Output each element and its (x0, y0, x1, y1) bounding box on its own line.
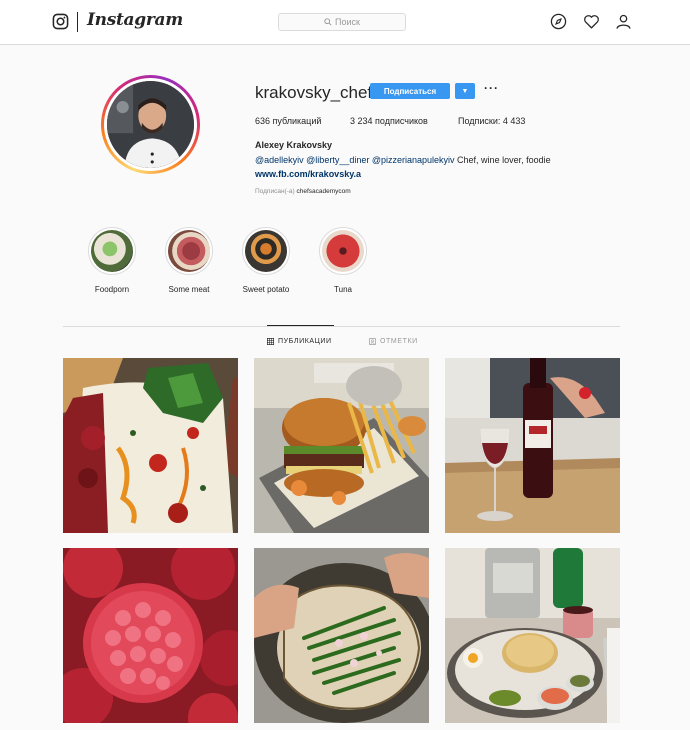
post-image (254, 548, 429, 723)
highlight-label: Some meat (168, 285, 210, 294)
tab-posts-label: ПУБЛИКАЦИИ (278, 338, 332, 345)
tab-tagged[interactable]: ОТМЕТКИ (369, 338, 418, 345)
profile-avatar[interactable] (101, 75, 200, 174)
highlight-cover (245, 230, 287, 272)
followed-by-prefix: Подписан(-а) (255, 188, 295, 195)
story-highlight[interactable]: Foodporn (82, 227, 142, 294)
highlight-label: Tuna (334, 285, 352, 294)
search-input[interactable]: Поиск (278, 13, 406, 31)
grid-icon (267, 338, 274, 345)
profile-person-icon[interactable] (615, 13, 632, 30)
post-thumbnail[interactable] (63, 358, 238, 533)
brand-wordmark[interactable]: Instagram (87, 10, 183, 30)
follow-button[interactable]: Подписаться (370, 83, 450, 99)
caret-down-icon: ▼ (461, 87, 469, 95)
activity-heart-icon[interactable] (583, 13, 600, 30)
tab-tagged-label: ОТМЕТКИ (380, 338, 418, 345)
post-thumbnail[interactable] (445, 548, 620, 723)
followed-by-account[interactable]: chefsacademycom (296, 188, 350, 195)
search-icon (324, 18, 332, 26)
highlight-label: Sweet potato (242, 285, 290, 294)
tab-posts[interactable]: ПУБЛИКАЦИИ (267, 338, 332, 345)
bio-mention-link[interactable]: @liberty__diner (306, 155, 369, 165)
active-tab-indicator (267, 325, 334, 326)
instagram-logo-icon[interactable] (52, 13, 69, 30)
profile-full-name: Alexey Krakovsky (255, 140, 333, 150)
post-image (445, 548, 620, 723)
post-image (63, 548, 238, 723)
following-count[interactable]: Подписки: 4 433 (458, 116, 525, 126)
story-highlight[interactable]: Tuna (313, 227, 373, 294)
profile-bio: @adellekyiv @liberty__diner @pizzerianap… (255, 155, 551, 165)
post-thumbnail[interactable] (63, 548, 238, 723)
highlight-label: Foodporn (94, 285, 130, 294)
avatar-photo (107, 81, 194, 168)
highlight-cover (322, 230, 364, 272)
highlight-cover (168, 230, 210, 272)
tabs-divider (63, 326, 620, 327)
post-image (254, 358, 429, 533)
bio-text: Chef, wine lover, foodie (454, 155, 551, 165)
story-highlight[interactable]: Sweet potato (236, 227, 296, 294)
post-image (63, 358, 238, 533)
search-placeholder: Поиск (335, 17, 360, 27)
bio-mention-link[interactable]: @adellekyiv (255, 155, 304, 165)
post-thumbnail[interactable] (254, 548, 429, 723)
posts-count: 636 публикаций (255, 116, 322, 126)
post-thumbnail[interactable] (445, 358, 620, 533)
bio-mention-link[interactable]: @pizzerianapulekyiv (372, 155, 455, 165)
top-nav: Instagram Поиск (0, 0, 690, 45)
post-image (445, 358, 620, 533)
followers-count[interactable]: 3 234 подписчиков (350, 116, 428, 126)
profile-username: krakovsky_chef (255, 83, 373, 102)
logo-divider (77, 12, 78, 32)
suggestions-dropdown-button[interactable]: ▼ (455, 83, 475, 99)
more-options-button[interactable]: ··· (484, 81, 499, 95)
profile-website-link[interactable]: www.fb.com/krakovsky.a (255, 169, 361, 179)
explore-compass-icon[interactable] (550, 13, 567, 30)
post-thumbnail[interactable] (254, 358, 429, 533)
highlight-cover (91, 230, 133, 272)
story-highlight[interactable]: Some meat (159, 227, 219, 294)
tagged-person-icon (369, 338, 376, 345)
followed-by-text: Подписан(-а) chefsacademycom (255, 188, 351, 195)
